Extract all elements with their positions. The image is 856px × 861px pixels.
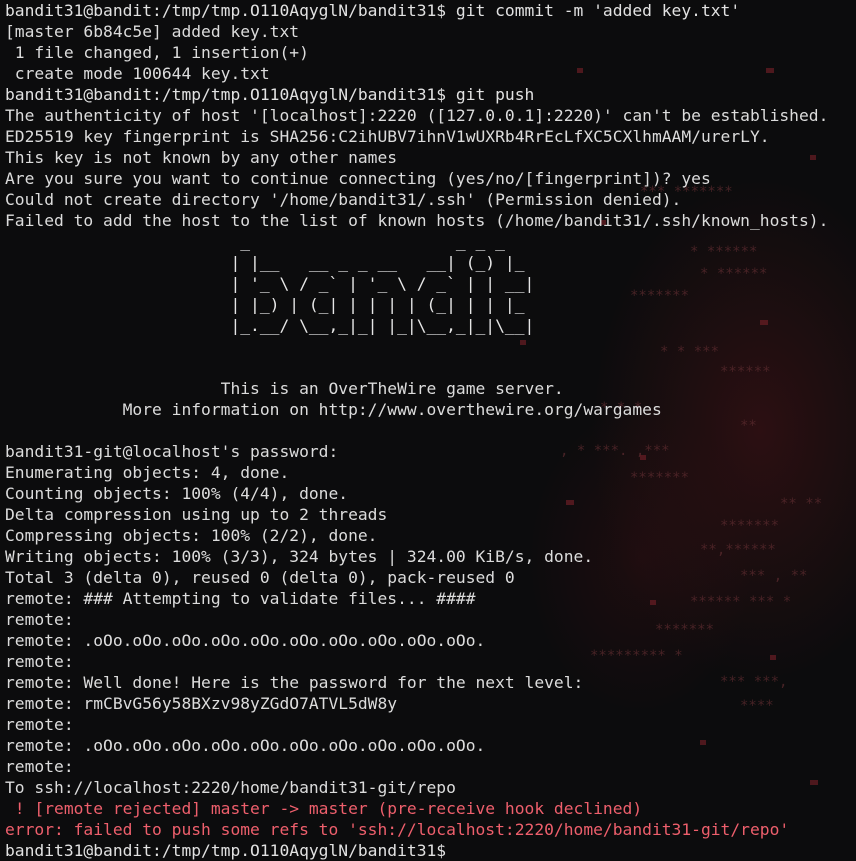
banner-ascii-line: | |_) | (_| | | | | (_| | | |_ [5, 295, 525, 314]
terminal-line: [master 6b84c5e] added key.txt [5, 22, 300, 41]
terminal-line: ED25519 key fingerprint is SHA256:C2ihUB… [5, 127, 770, 146]
banner-ascii-line: | |__ __ _ _ __ __| (_) |_ [5, 253, 525, 272]
terminal-line: Total 3 (delta 0), reused 0 (delta 0), p… [5, 568, 515, 587]
terminal-line: Could not create directory '/home/bandit… [5, 190, 682, 209]
terminal-line: The authenticity of host '[localhost]:22… [5, 106, 829, 125]
terminal-window[interactable]: ******* * ****** * * *** ****** * * * **… [0, 0, 856, 861]
terminal-line: Delta compression using up to 2 threads [5, 505, 388, 524]
remote-line: remote: ### Attempting to validate files… [5, 589, 476, 608]
terminal-line: This key is not known by any other names [5, 148, 398, 167]
terminal-line: bandit31@bandit:/tmp/tmp.O110AqyglN/band… [5, 85, 535, 104]
password-prompt-line: bandit31-git@localhost's password: [5, 442, 339, 461]
terminal-line: 1 file changed, 1 insertion(+) [5, 43, 309, 62]
remote-line: remote: .oOo.oOo.oOo.oOo.oOo.oOo.oOo.oOo… [5, 736, 486, 755]
terminal-line: Counting objects: 100% (4/4), done. [5, 484, 349, 503]
terminal-line: Enumerating objects: 4, done. [5, 463, 290, 482]
terminal-line: Writing objects: 100% (3/3), 324 bytes |… [5, 547, 594, 566]
password-line: remote: rmCBvG56y58BXzv98yZGdO7ATVL5dW8y [5, 694, 398, 713]
terminal-output[interactable]: bandit31@bandit:/tmp/tmp.O110AqyglN/band… [5, 0, 828, 861]
remote-line: remote: [5, 757, 74, 776]
terminal-line: Compressing objects: 100% (2/2), done. [5, 526, 378, 545]
terminal-line: create mode 100644 key.txt [5, 64, 270, 83]
remote-line: remote: [5, 610, 74, 629]
remote-line: remote: .oOo.oOo.oOo.oOo.oOo.oOo.oOo.oOo… [5, 631, 486, 650]
remote-line: remote: Well done! Here is the password … [5, 673, 584, 692]
terminal-line: Failed to add the host to the list of kn… [5, 211, 829, 230]
remote-line: remote: [5, 652, 74, 671]
terminal-line: bandit31@bandit:/tmp/tmp.O110AqyglN/band… [5, 1, 741, 20]
banner-ascii-line: _ _ _ _ [5, 232, 505, 251]
rejected-error-line: ! [remote rejected] master -> master (pr… [5, 799, 643, 818]
terminal-line: Are you sure you want to continue connec… [5, 169, 711, 188]
shell-prompt[interactable]: bandit31@bandit:/tmp/tmp.O110AqyglN/band… [5, 840, 828, 861]
banner-ascii-line: | '_ \ / _` | '_ \ / _` | | __| [5, 274, 535, 293]
banner-text-line: More information on http://www.overthewi… [5, 400, 662, 419]
banner-text-line: This is an OverTheWire game server. [5, 379, 564, 398]
banner-ascii-line: |_.__/ \__,_|_| |_|\__,_|_|\__| [5, 316, 535, 335]
push-error-line: error: failed to push some refs to 'ssh:… [5, 820, 790, 839]
remote-line: remote: [5, 715, 74, 734]
terminal-line: To ssh://localhost:2220/home/bandit31-gi… [5, 778, 456, 797]
